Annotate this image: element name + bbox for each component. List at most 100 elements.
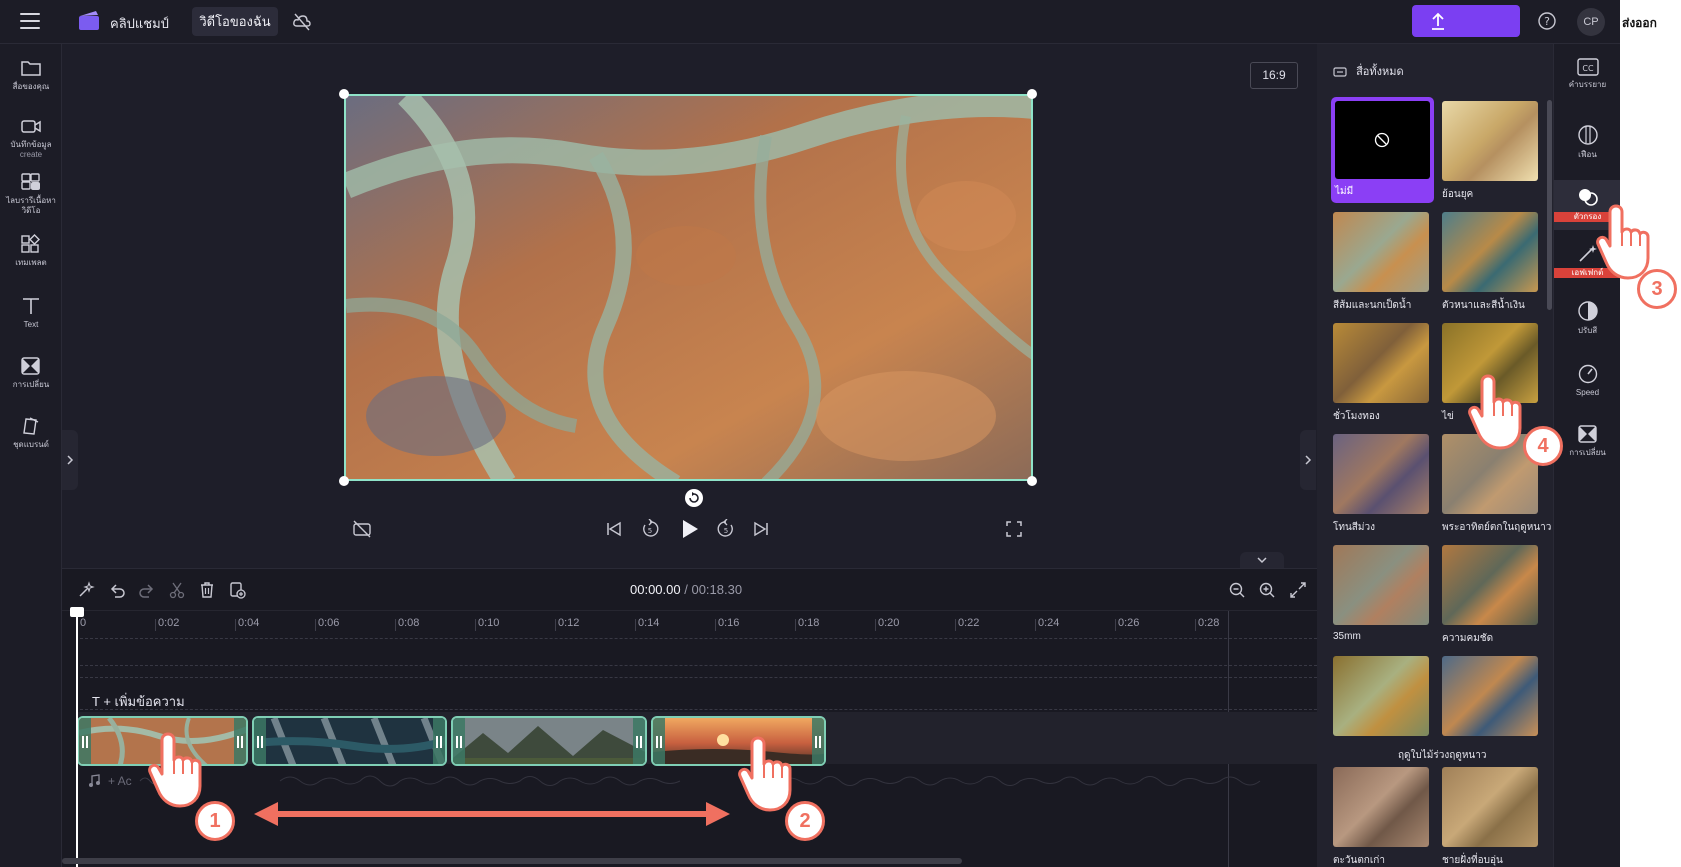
rail-item-adjust-color[interactable]: ปรับสี [1554, 300, 1620, 336]
tick-line [875, 619, 876, 631]
svg-text:5: 5 [648, 527, 652, 535]
tick-line [155, 619, 156, 631]
total-time: / 00:18.30 [684, 582, 743, 597]
filter-label: ไม่มี [1335, 186, 1354, 197]
library-icon [21, 173, 40, 190]
help-icon[interactable]: ? [1537, 11, 1557, 31]
track-divider [80, 638, 1317, 639]
resize-handle-bottom-right[interactable] [1027, 476, 1037, 486]
playhead[interactable] [76, 609, 78, 867]
filter-orange-teal[interactable]: สีส้มและนกเป็ดน้ำ [1333, 212, 1431, 313]
clip-trim-handle-left[interactable] [453, 718, 465, 764]
filter-35mm[interactable]: 35mm [1333, 545, 1431, 642]
transitions-icon [21, 357, 40, 375]
duplicate-icon[interactable] [228, 581, 246, 599]
camera-off-icon[interactable] [352, 520, 372, 538]
rewind-5-icon[interactable]: 5 [640, 519, 660, 539]
left-sidebar: สื่อของคุณ บันทึกข้อมูล create ไลบรารีเน… [0, 44, 62, 867]
timeline-horizontal-scrollbar[interactable] [62, 858, 962, 864]
resize-handle-top-right[interactable] [1027, 89, 1037, 99]
filter-bold-blue[interactable]: ตัวหนาและสีน้ำเงิน [1442, 212, 1540, 313]
skip-back-icon[interactable] [605, 521, 623, 537]
skip-forward-icon[interactable] [752, 521, 770, 537]
sidebar-item-your-media[interactable]: สื่อของคุณ [0, 58, 62, 92]
clip-thumbnail [453, 718, 645, 764]
clip-trim-handle-left[interactable] [79, 718, 91, 764]
tick-label: 0:06 [318, 617, 340, 629]
filter-autumn-winter[interactable] [1333, 656, 1431, 736]
sidebar-item-brand-kit[interactable]: ชุดแบรนด์ [0, 416, 62, 450]
sidebar-item-record-create[interactable]: บันทึกข้อมูล create [0, 116, 62, 160]
rail-item-filters[interactable]: ตัวกรอง [1554, 180, 1620, 230]
audio-track[interactable] [80, 767, 1317, 795]
clip-trim-handle-right[interactable] [812, 718, 824, 764]
my-video-tab[interactable]: วิดีโอของฉัน [192, 7, 278, 36]
expand-left-panel-button[interactable] [62, 430, 78, 490]
rail-item-effects[interactable]: เอฟเฟกต์ [1554, 242, 1620, 278]
zoom-out-icon[interactable] [1228, 581, 1246, 599]
clipchamp-logo-icon [79, 11, 99, 30]
tick-line [1115, 619, 1116, 631]
filter-purple-tone[interactable]: โทนสีม่วง [1333, 434, 1431, 535]
clip-1-aerial-river[interactable] [77, 716, 248, 766]
filter-autumn-winter-label: ฤดูใบไม้ร่วงฤดูหนาว [1398, 750, 1487, 761]
tick-line [475, 619, 476, 631]
clip-trim-handle-right[interactable] [234, 718, 246, 764]
filter-warm-coast[interactable]: ชายฝั่งที่อบอุ่น [1442, 767, 1540, 867]
clip-trim-handle-left[interactable] [254, 718, 266, 764]
menu-icon[interactable] [20, 13, 40, 29]
speed-icon [1578, 364, 1597, 384]
add-audio-track[interactable]: + Ac [108, 774, 132, 788]
filter-retro[interactable]: ย้อนยุค [1442, 101, 1540, 202]
clip-trim-handle-left[interactable] [653, 718, 665, 764]
avatar[interactable]: CP [1577, 8, 1605, 36]
sidebar-item-templates[interactable]: เทมเพลต [0, 234, 62, 268]
timeline-ruler[interactable]: 0 0:02 0:04 0:06 0:08 0:10 0:12 0:14 0:1… [62, 611, 1317, 635]
clip-trim-handle-right[interactable] [633, 718, 645, 764]
cloud-off-icon[interactable] [292, 12, 312, 32]
magic-wand-icon[interactable] [77, 581, 95, 599]
cut-icon[interactable] [168, 581, 186, 599]
undo-icon[interactable] [108, 581, 126, 599]
templates-icon [21, 234, 40, 253]
filter-egg[interactable]: ไข่ [1442, 323, 1540, 424]
collapse-right-panel-button[interactable] [1300, 430, 1316, 490]
chevron-right-icon [1305, 455, 1312, 465]
resize-handle-bottom-left[interactable] [339, 476, 349, 486]
filter-autumn-winter-2[interactable] [1442, 656, 1540, 736]
filter-old-west[interactable]: ตะวันตกเก่า [1333, 767, 1431, 867]
filter-none[interactable]: ไม่มี [1331, 97, 1434, 203]
filter-golden-hour[interactable]: ชั่วโมงทอง [1333, 323, 1431, 424]
aspect-ratio-button[interactable]: 16:9 [1250, 62, 1298, 89]
filter-contrast[interactable]: ความคมชัด [1442, 545, 1540, 646]
track-divider [80, 665, 1317, 666]
redo-icon[interactable] [138, 581, 156, 599]
clip-4-sunset[interactable] [651, 716, 826, 766]
collapse-timeline-button[interactable] [1240, 552, 1284, 568]
tick-line [635, 619, 636, 631]
add-text-track[interactable]: T + เพิ่มข้อความ [92, 691, 185, 712]
tick-line [555, 619, 556, 631]
rail-item-transition[interactable]: การเปลี่ยน [1554, 424, 1620, 458]
fullscreen-icon[interactable] [1006, 521, 1022, 537]
rail-item-speed[interactable]: Speed [1554, 362, 1620, 398]
rail-item-captions[interactable]: CC คำบรรยาย [1554, 58, 1620, 90]
clip-2-coastline[interactable] [252, 716, 447, 766]
resize-handle-top-left[interactable] [339, 89, 349, 99]
delete-icon[interactable] [198, 581, 216, 599]
filter-thumb [1442, 323, 1538, 403]
play-icon[interactable] [680, 518, 700, 540]
rail-item-fade[interactable]: เฟือน [1554, 124, 1620, 160]
sidebar-item-text[interactable]: Text [0, 296, 62, 330]
fit-timeline-icon[interactable] [1289, 581, 1307, 599]
clip-trim-handle-right[interactable] [433, 718, 445, 764]
clip-3-mountains[interactable] [451, 716, 647, 766]
rotate-icon[interactable] [684, 488, 704, 508]
video-preview[interactable] [344, 94, 1033, 481]
zoom-in-icon[interactable] [1258, 581, 1276, 599]
sidebar-item-transitions[interactable]: การเปลี่ยน [0, 356, 62, 390]
sidebar-item-content-library[interactable]: ไลบรารีเนื้อหา วิดีโอ [0, 172, 62, 216]
export-button[interactable] [1412, 5, 1520, 37]
filters-scrollbar[interactable] [1547, 100, 1552, 310]
forward-5-icon[interactable]: 5 [716, 519, 736, 539]
